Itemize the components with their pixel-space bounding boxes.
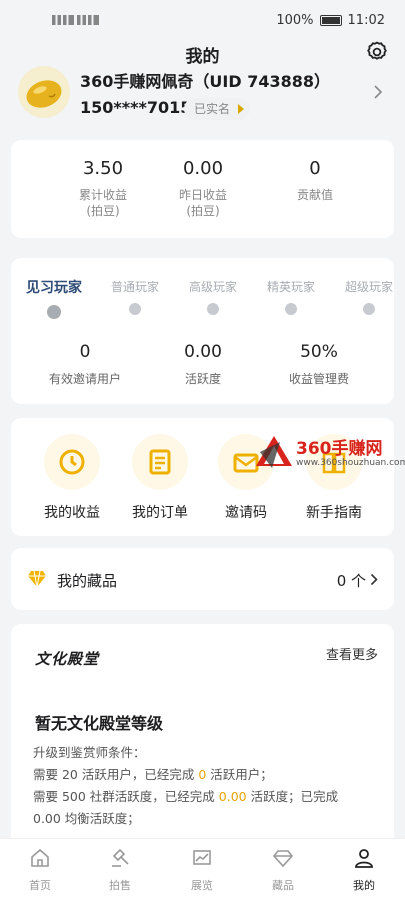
condition-value: 0.00 [218,789,247,804]
nickname: 360手赚网佩奇（UID 743888） [80,72,330,91]
tab-collection[interactable]: 藏品 [253,847,313,893]
watermark-logo-icon [256,436,292,468]
collection-count: 0 个 [336,572,366,590]
status-bar: 100% 11:02 [0,0,405,40]
auction-icon [112,848,129,867]
stat-contribution[interactable]: 0 贡献值 [255,158,375,203]
earnings-stats-card: 3.50 累计收益 (拍豆) 0.00 昨日收益 (拍豆) 0 贡献值 [11,140,394,238]
tab-label: 藏品 [272,879,294,892]
diamond-icon [28,570,46,588]
menu-label: 邀请码 [225,505,267,521]
tab-label: 展览 [191,879,213,892]
condition-text: 需要 20 活跃用户，已经完成 [33,767,199,782]
signal-indicators [52,15,99,25]
stat-value: 50% [300,342,338,362]
menu-label: 我的订单 [132,505,188,521]
menu-label: 我的收益 [44,505,100,521]
collection-label: 我的藏品 [57,572,118,590]
watermark-text: 360手赚网 [296,439,383,459]
level-tier-normal[interactable]: 普通玩家 [97,278,173,315]
culture-level-title: 暂无文化殿堂等级 [35,714,164,733]
tab-exhibition[interactable]: 展览 [172,847,232,893]
signal-icon [52,15,74,25]
battery-icon [319,14,342,26]
menu-my-earnings[interactable]: 我的收益 [27,434,117,522]
level-tier-trainee[interactable]: 见习玩家 [16,277,92,319]
stat-label: 收益管理费 [288,372,349,386]
conditions-title: 升级到鉴赏师条件： [33,745,146,760]
tab-label: 首页 [29,879,51,892]
level-tier-advanced[interactable]: 高级玩家 [175,278,251,315]
stat-label: 昨日收益 (拍豆) [178,188,227,218]
lock-icon [207,303,219,315]
level-label: 普通玩家 [110,280,159,294]
condition-text: 活跃度；已完成 [246,789,339,804]
level-stat-fee: 50% 收益管理费 [259,342,379,387]
lock-icon [129,303,141,315]
stat-label: 活跃度 [184,372,221,386]
orders-icon [132,434,188,490]
site-watermark: 360手赚网 www.360shouzhuan.com [252,430,405,476]
bottom-tab-bar: 首页 拍售 展览 藏品 我的 [0,838,405,900]
condition-line: 0.00 均衡活跃度； [33,811,140,826]
menu-label: 新手指南 [306,505,362,521]
avatar[interactable] [18,66,70,118]
culture-hall-card: 文化殿堂 查看更多 暂无文化殿堂等级 升级到鉴赏师条件： 需要 20 活跃用户，… [11,624,394,864]
exhibition-icon [193,850,211,865]
chevron-right-icon[interactable] [373,84,383,100]
tab-home[interactable]: 首页 [10,847,70,893]
condition-text: 需要 500 社群活跃度，已经完成 [33,789,219,804]
stat-value: 0 [309,158,321,179]
bean-avatar-icon [26,80,62,108]
culture-hall-logo: 文化殿堂 [35,650,100,668]
earnings-icon [44,434,100,490]
tab-label: 我的 [353,879,375,892]
stat-yesterday-earnings[interactable]: 0.00 昨日收益 (拍豆) [143,158,263,219]
stat-value: 0 [79,342,91,362]
tab-label: 拍售 [109,879,131,892]
signal-icon [77,15,99,25]
lock-icon [285,303,297,315]
stat-value: 0.00 [184,342,222,362]
level-label: 超级玩家 [344,280,393,294]
stat-label: 有效邀请用户 [48,372,121,386]
battery-percent: 100% [276,12,314,28]
stat-value: 0.00 [182,158,224,179]
level-label: 见习玩家 [26,280,82,296]
level-stat-invites: 0 有效邀请用户 [25,342,145,387]
tab-auction[interactable]: 拍售 [90,847,150,893]
condition-text: 活跃用户； [206,767,273,782]
phone-number: 150****7015 [80,98,192,117]
level-tier-super[interactable]: 超级玩家 [331,278,405,315]
watermark-url: www.360shouzhuan.com [296,458,405,468]
home-icon [31,848,49,867]
level-label: 高级玩家 [188,280,237,294]
level-tier-elite[interactable]: 精英玩家 [253,278,329,315]
profile-icon [355,849,373,868]
settings-gear-icon[interactable] [365,40,389,64]
tab-profile[interactable]: 我的 [334,847,394,893]
my-collection-row[interactable]: 我的藏品 0 个 [11,548,394,610]
level-stat-activity: 0.00 活跃度 [143,342,263,387]
condition-line: 需要 500 社群活跃度，已经完成 0.00 活跃度；已完成 [33,786,373,808]
stat-label: 贡献值 [296,188,333,202]
level-label: 精英玩家 [266,280,315,294]
profile-row[interactable]: 360手赚网佩奇（UID 743888） 150****7015 已实名 [0,64,405,124]
verified-badge[interactable]: 已实名 [184,98,251,120]
collection-icon [272,850,294,868]
view-more-link[interactable]: 查看更多 [326,644,378,663]
menu-my-orders[interactable]: 我的订单 [115,434,205,522]
clock: 11:02 [347,12,385,28]
chevron-right-icon [370,573,378,586]
check-icon [47,305,61,319]
condition-line: 需要 20 活跃用户，已经完成 0 活跃用户； [33,764,373,786]
upgrade-conditions: 升级到鉴赏师条件： 需要 20 活跃用户，已经完成 0 活跃用户； 需要 500… [33,742,373,830]
player-level-card: 见习玩家 普通玩家 高级玩家 精英玩家 超级玩家 0 有效邀请用户 0.00 活… [11,258,394,404]
lock-icon [363,303,375,315]
